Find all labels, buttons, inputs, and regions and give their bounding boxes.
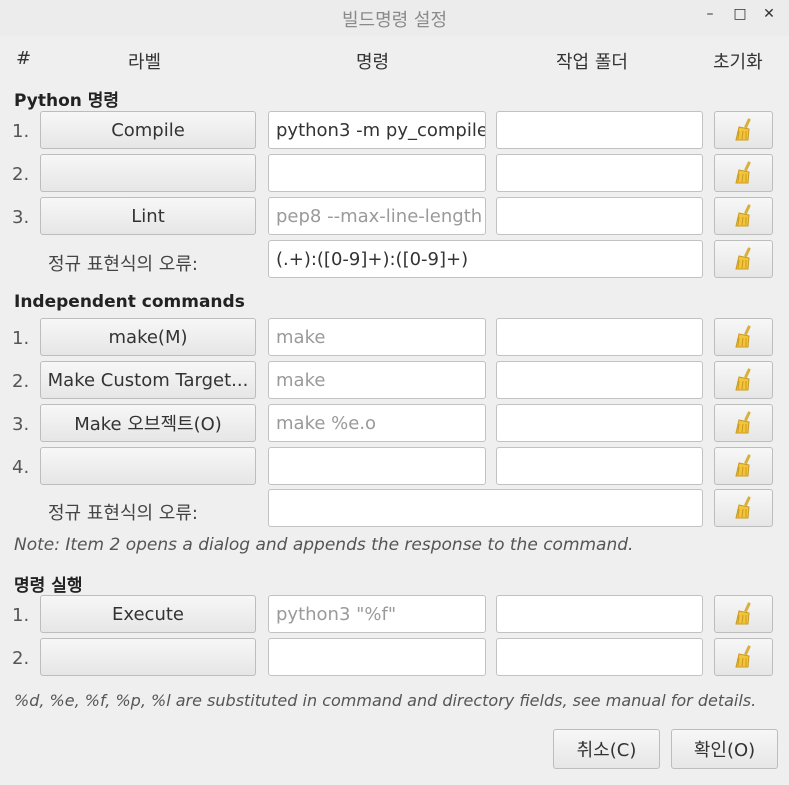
command-placeholder: make %e.o (276, 412, 377, 434)
execute-workdir-field-1[interactable] (496, 595, 703, 633)
python-workdir-field-3[interactable] (496, 197, 703, 235)
broom-icon (734, 454, 751, 477)
footer-note: %d, %e, %f, %p, %l are substituted in co… (14, 691, 757, 710)
row-number: 3. (12, 414, 30, 435)
python-label-button-2[interactable] (40, 154, 256, 192)
python-label-button-3[interactable]: Lint (40, 197, 256, 235)
python-regex-field[interactable]: (.+):([0-9]+):([0-9]+) (268, 240, 703, 278)
broom-icon (734, 247, 751, 270)
python-command-field-3[interactable]: pep8 --max-line-length (268, 197, 486, 235)
independent-clear-button-4[interactable] (714, 447, 773, 485)
independent-label-button-3[interactable]: Make 오브젝트(O) (40, 404, 256, 442)
broom-icon (734, 161, 751, 184)
section-independent: Independent commands (14, 292, 245, 312)
row-number: 2. (12, 371, 30, 392)
independent-clear-button-1[interactable] (714, 318, 773, 356)
independent-workdir-field-4[interactable] (496, 447, 703, 485)
row-number: 1. (12, 605, 30, 626)
python-command-field-1[interactable]: python3 -m py_compile (268, 111, 486, 149)
independent-label-button-2[interactable]: Make Custom Target... (40, 361, 256, 399)
window-title: 빌드명령 설정 (341, 10, 448, 31)
command-placeholder: make (276, 326, 326, 348)
independent-workdir-field-2[interactable] (496, 361, 703, 399)
header-reset: 초기화 (713, 52, 763, 73)
execute-command-field-2[interactable] (268, 638, 486, 676)
row-number: 2. (12, 164, 30, 185)
maximize-button[interactable]: □ (729, 6, 751, 28)
execute-label-button-2[interactable] (40, 638, 256, 676)
execute-command-field-1[interactable]: python3 "%f" (268, 595, 486, 633)
minimize-button[interactable]: – (699, 6, 721, 28)
python-workdir-field-2[interactable] (496, 154, 703, 192)
python-clear-button-1[interactable] (714, 111, 773, 149)
independent-clear-button-2[interactable] (714, 361, 773, 399)
broom-icon (734, 645, 751, 668)
independent-command-field-3[interactable]: make %e.o (268, 404, 486, 442)
row-number: 1. (12, 328, 30, 349)
independent-command-field-2[interactable]: make (268, 361, 486, 399)
broom-icon (734, 368, 751, 391)
broom-icon (734, 411, 751, 434)
broom-icon (734, 118, 751, 141)
execute-label-button-1[interactable]: Execute (40, 595, 256, 633)
broom-icon (734, 496, 751, 519)
header-command: 명령 (356, 52, 390, 73)
row-number: 4. (12, 457, 30, 478)
python-workdir-field-1[interactable] (496, 111, 703, 149)
command-placeholder: python3 "%f" (276, 603, 397, 625)
build-commands-dialog: 빌드명령 설정 – □ ✕ # 라벨 명령 작업 폴더 초기화 Python 명… (0, 0, 789, 785)
independent-command-field-1[interactable]: make (268, 318, 486, 356)
broom-icon (734, 602, 751, 625)
cancel-button[interactable]: 취소(C) (553, 729, 660, 769)
ok-button[interactable]: 확인(O) (671, 729, 778, 769)
independent-workdir-field-3[interactable] (496, 404, 703, 442)
execute-clear-button-2[interactable] (714, 638, 773, 676)
command-placeholder: pep8 --max-line-length (276, 205, 483, 227)
title-bar: 빌드명령 설정 – □ ✕ (0, 0, 789, 36)
independent-label-button-1[interactable]: make(M) (40, 318, 256, 356)
header-label: 라벨 (128, 52, 162, 73)
independent-label-button-4[interactable] (40, 447, 256, 485)
broom-icon (734, 204, 751, 227)
header-num: # (16, 48, 32, 69)
python-command-field-2[interactable] (268, 154, 486, 192)
independent-clear-button-3[interactable] (714, 404, 773, 442)
python-regex-clear-button[interactable] (714, 240, 773, 278)
python-clear-button-2[interactable] (714, 154, 773, 192)
command-placeholder: make (276, 369, 326, 391)
row-number: 1. (12, 121, 30, 142)
independent-regex-field[interactable] (268, 489, 703, 527)
independent-regex-clear-button[interactable] (714, 489, 773, 527)
section-python: Python 명령 (14, 91, 120, 111)
row-number: 3. (12, 207, 30, 228)
independent-note: Note: Item 2 opens a dialog and appends … (14, 535, 634, 555)
row-number: 2. (12, 648, 30, 669)
header-workdir: 작업 폴더 (556, 52, 628, 73)
broom-icon (734, 325, 751, 348)
close-button[interactable]: ✕ (758, 6, 780, 28)
python-clear-button-3[interactable] (714, 197, 773, 235)
python-regex-label: 정규 표현식의 오류: (48, 254, 198, 275)
independent-command-field-4[interactable] (268, 447, 486, 485)
independent-regex-label: 정규 표현식의 오류: (48, 503, 198, 524)
execute-clear-button-1[interactable] (714, 595, 773, 633)
section-execute: 명령 실행 (14, 576, 83, 596)
independent-workdir-field-1[interactable] (496, 318, 703, 356)
python-label-button-1[interactable]: Compile (40, 111, 256, 149)
execute-workdir-field-2[interactable] (496, 638, 703, 676)
